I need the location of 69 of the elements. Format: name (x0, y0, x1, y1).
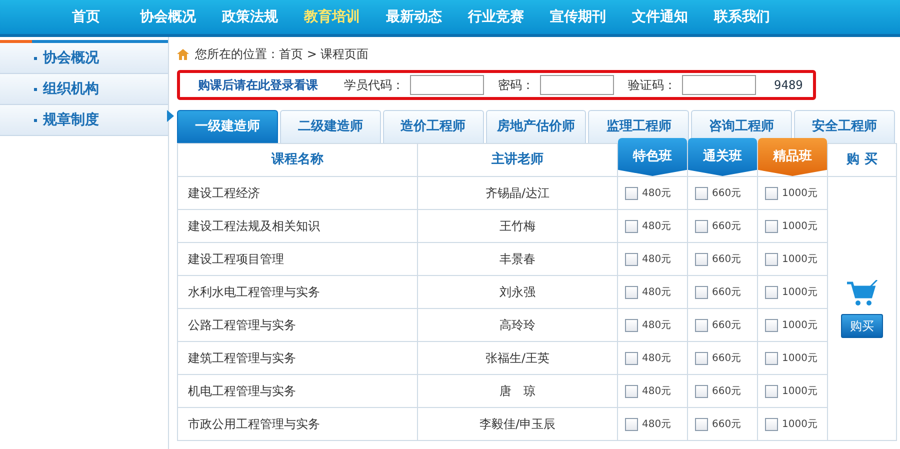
tab[interactable]: 安全工程师 (794, 110, 896, 143)
nav-link[interactable]: 最新动态 (373, 6, 455, 28)
table-cell: 建设工程经济 (178, 176, 418, 210)
table-cell: 刘永强 (418, 276, 618, 308)
column-header: 精品班 (758, 138, 827, 176)
nav-link[interactable]: 教育培训 (291, 6, 373, 28)
price-label: 660元 (712, 318, 742, 332)
price-label: 1000元 (782, 252, 818, 266)
table-cell: 丰景春 (418, 242, 618, 276)
nav-link[interactable]: 联系我们 (701, 6, 783, 28)
field-label: 密码： (498, 77, 534, 94)
price-label: 480元 (642, 418, 672, 432)
column-header: 主讲老师 (418, 144, 618, 176)
price-label: 1000元 (782, 220, 818, 234)
table-cell: 建筑工程管理与实务 (178, 342, 418, 374)
table-cell: 高玲玲 (418, 308, 618, 342)
price-label: 1000元 (782, 286, 818, 300)
sidebar-item[interactable]: 组织机构 (0, 74, 168, 105)
tab[interactable]: 房地产估价师 (486, 110, 586, 143)
price-label: 1000元 (782, 384, 818, 398)
price-label: 660元 (712, 220, 742, 234)
price-label: 1000元 (782, 186, 818, 200)
price-label: 480元 (642, 384, 672, 398)
nav-link[interactable]: 协会概况 (127, 6, 209, 28)
price-label: 480元 (642, 220, 672, 234)
table-cell: 张福生/王英 (418, 342, 618, 374)
tab[interactable]: 二级建造师 (280, 110, 381, 143)
table-cell: 李毅佳/申玉辰 (418, 408, 618, 440)
table-cell: 公路工程管理与实务 (178, 308, 418, 342)
price-label: 480元 (642, 352, 672, 366)
nav-link[interactable]: 行业竞赛 (455, 6, 537, 28)
table-cell: 建设工程法规及相关知识 (178, 210, 418, 242)
field-label: 学员代码： (344, 77, 404, 94)
table-cell: 建设工程项目管理 (178, 242, 418, 276)
price-label: 480元 (642, 318, 672, 332)
price-label: 660元 (712, 252, 742, 266)
column-header: 购 买 (828, 144, 896, 176)
table-cell: 齐锡晶/达江 (418, 176, 618, 210)
price-label: 480元 (642, 286, 672, 300)
table-cell: 机电工程管理与实务 (178, 374, 418, 408)
table-cell: 唐 琼 (418, 374, 618, 408)
price-label: 660元 (712, 186, 742, 200)
tab[interactable]: 监理工程师 (588, 110, 690, 143)
price-label: 1000元 (782, 318, 818, 332)
nav-link[interactable]: 政策法规 (209, 6, 291, 28)
price-label: 660元 (712, 384, 742, 398)
login-prompt: 购课后请在此登录看课 (198, 77, 318, 94)
nav-link[interactable]: 文件通知 (619, 6, 701, 28)
buy-button[interactable]: 购买 (841, 314, 883, 338)
tab[interactable]: 一级建造师 (177, 110, 278, 143)
captcha-image: 9489 (774, 77, 803, 94)
nav-link[interactable]: 宣传期刊 (537, 6, 619, 28)
table-cell: 市政公用工程管理与实务 (178, 408, 418, 440)
price-label: 660元 (712, 352, 742, 366)
breadcrumb: 您所在的位置：首页 > 课程页面 (195, 46, 369, 63)
price-label: 480元 (642, 252, 672, 266)
price-label: 660元 (712, 418, 742, 432)
table-cell: 王竹梅 (418, 210, 618, 242)
tab[interactable]: 造价工程师 (382, 110, 484, 143)
column-header: 课程名称 (178, 144, 418, 176)
sidebar-item[interactable]: 规章制度 (0, 105, 168, 136)
price-label: 1000元 (782, 352, 818, 366)
field-label: 验证码： (628, 77, 676, 94)
nav-link[interactable]: 首页 (45, 6, 127, 28)
table-cell: 水利水电工程管理与实务 (178, 276, 418, 308)
sidebar-item[interactable]: 协会概况 (0, 43, 168, 74)
price-label: 1000元 (782, 418, 818, 432)
price-label: 660元 (712, 286, 742, 300)
price-label: 480元 (642, 186, 672, 200)
